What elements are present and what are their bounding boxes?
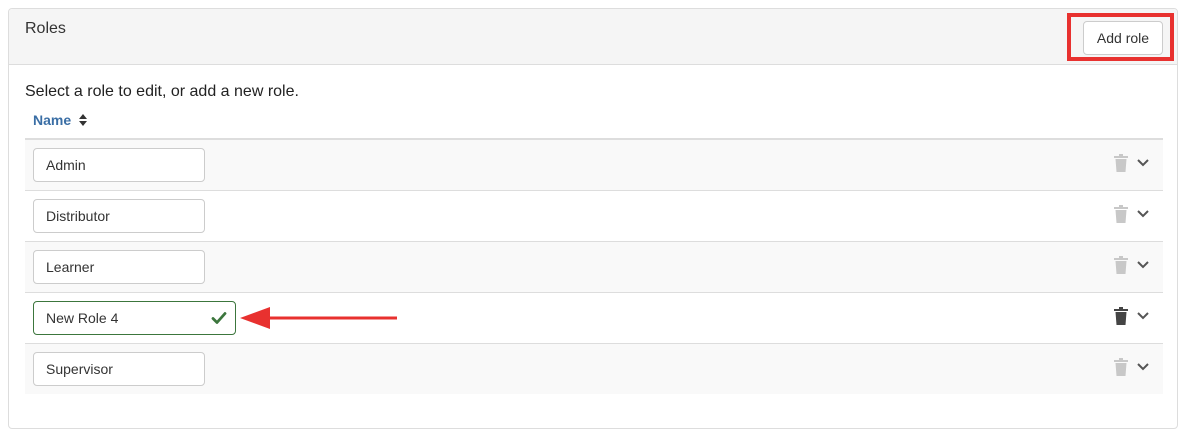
role-name-input[interactable]: [33, 250, 205, 284]
table-row: [25, 242, 1163, 293]
role-name-field-wrapper: [33, 301, 236, 335]
panel-title: Roles: [25, 20, 66, 37]
table-row: [25, 191, 1163, 242]
role-name-input[interactable]: [33, 199, 205, 233]
check-icon: [211, 312, 227, 324]
role-name-field-wrapper: [33, 199, 205, 233]
trash-icon[interactable]: [1114, 307, 1128, 325]
role-name-field-wrapper: [33, 148, 205, 182]
trash-icon[interactable]: [1114, 256, 1128, 274]
trash-icon[interactable]: [1114, 358, 1128, 376]
role-name-field-wrapper: [33, 352, 205, 386]
table-row: [25, 293, 1163, 344]
role-name-input[interactable]: [33, 148, 205, 182]
chevron-down-icon[interactable]: [1137, 362, 1149, 372]
role-name-input[interactable]: [33, 301, 236, 335]
chevron-down-icon[interactable]: [1137, 311, 1149, 321]
sort-icon: [79, 114, 88, 126]
roles-table: [25, 138, 1163, 394]
intro-text: Select a role to edit, or add a new role…: [25, 83, 299, 100]
name-column-header[interactable]: Name: [33, 112, 88, 128]
trash-icon[interactable]: [1114, 205, 1128, 223]
table-row: [25, 344, 1163, 394]
arrow-left-icon: [240, 307, 397, 329]
panel-heading: Roles Add role: [9, 9, 1177, 65]
table-row: [25, 140, 1163, 191]
roles-panel: Roles Add role Select a role to edit, or…: [8, 8, 1178, 429]
role-name-input[interactable]: [33, 352, 205, 386]
add-role-button[interactable]: Add role: [1083, 21, 1163, 55]
trash-icon[interactable]: [1114, 154, 1128, 172]
chevron-down-icon[interactable]: [1137, 260, 1149, 270]
chevron-down-icon[interactable]: [1137, 209, 1149, 219]
chevron-down-icon[interactable]: [1137, 158, 1149, 168]
role-name-field-wrapper: [33, 250, 205, 284]
name-column-label: Name: [33, 112, 72, 128]
